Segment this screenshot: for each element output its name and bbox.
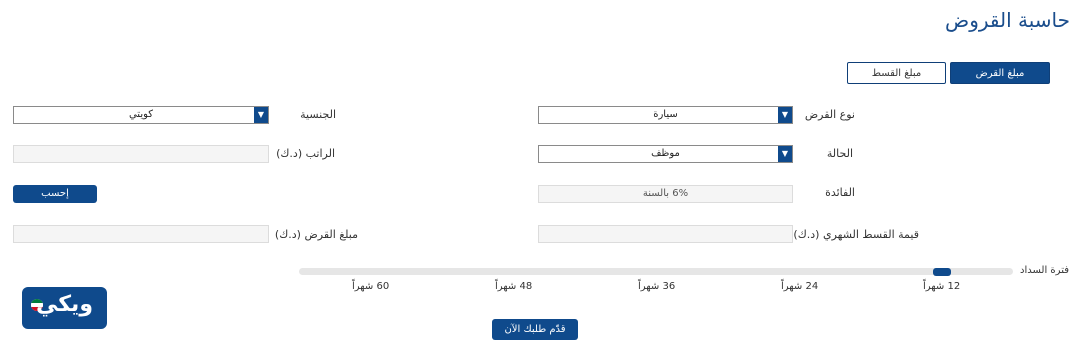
slider-tick-60: 60 شهراً	[352, 281, 390, 292]
status-label: الحالة	[826, 147, 853, 160]
repayment-period-label: فترة السداد	[1020, 265, 1069, 276]
slider-handle[interactable]	[933, 268, 951, 276]
slider-tick-12: 12 شهراً	[923, 281, 961, 292]
chevron-down-icon[interactable]: ▼	[778, 107, 792, 123]
salary-input[interactable]	[13, 145, 269, 163]
tab-installment-amount[interactable]: مبلغ القسط	[847, 62, 946, 84]
slider-tick-24: 24 شهراً	[781, 281, 819, 292]
submit-application-button[interactable]: قدّم طلبك الآن	[492, 319, 578, 340]
slider-tick-36: 36 شهراً	[638, 281, 676, 292]
logo-text: ويكي	[36, 292, 93, 317]
calculate-button[interactable]: إحسب	[13, 185, 97, 203]
monthly-installment-label: قيمة القسط الشهري (د.ك)	[793, 228, 919, 241]
loan-type-value: سيارة	[653, 109, 678, 120]
loan-amount-input[interactable]	[13, 225, 269, 243]
wiki-logo: ويكي	[22, 287, 107, 329]
nationality-value: كويتي	[128, 109, 154, 120]
chevron-down-icon[interactable]: ▼	[778, 146, 792, 162]
loan-type-select[interactable]: سيارة ▼	[538, 106, 793, 124]
interest-value: 6% بالسنة	[538, 185, 793, 203]
loan-amount-label: مبلغ القرض (د.ك)	[274, 228, 358, 241]
nationality-label: الجنسية	[300, 108, 336, 121]
nationality-select[interactable]: كويتي ▼	[13, 106, 269, 124]
salary-label: الراتب (د.ك)	[276, 147, 335, 160]
status-value: موظف	[651, 148, 680, 159]
status-select[interactable]: موظف ▼	[538, 145, 793, 163]
repayment-period-slider[interactable]	[299, 268, 1013, 275]
loan-type-label: نوع القرض	[804, 108, 855, 121]
slider-tick-48: 48 شهراً	[495, 281, 533, 292]
tab-loan-amount[interactable]: مبلغ القرض	[950, 62, 1050, 84]
page-title: حاسبة القروض	[945, 8, 1070, 32]
chevron-down-icon[interactable]: ▼	[254, 107, 268, 123]
interest-label: الفائدة	[825, 186, 855, 199]
monthly-installment-input[interactable]	[538, 225, 793, 243]
